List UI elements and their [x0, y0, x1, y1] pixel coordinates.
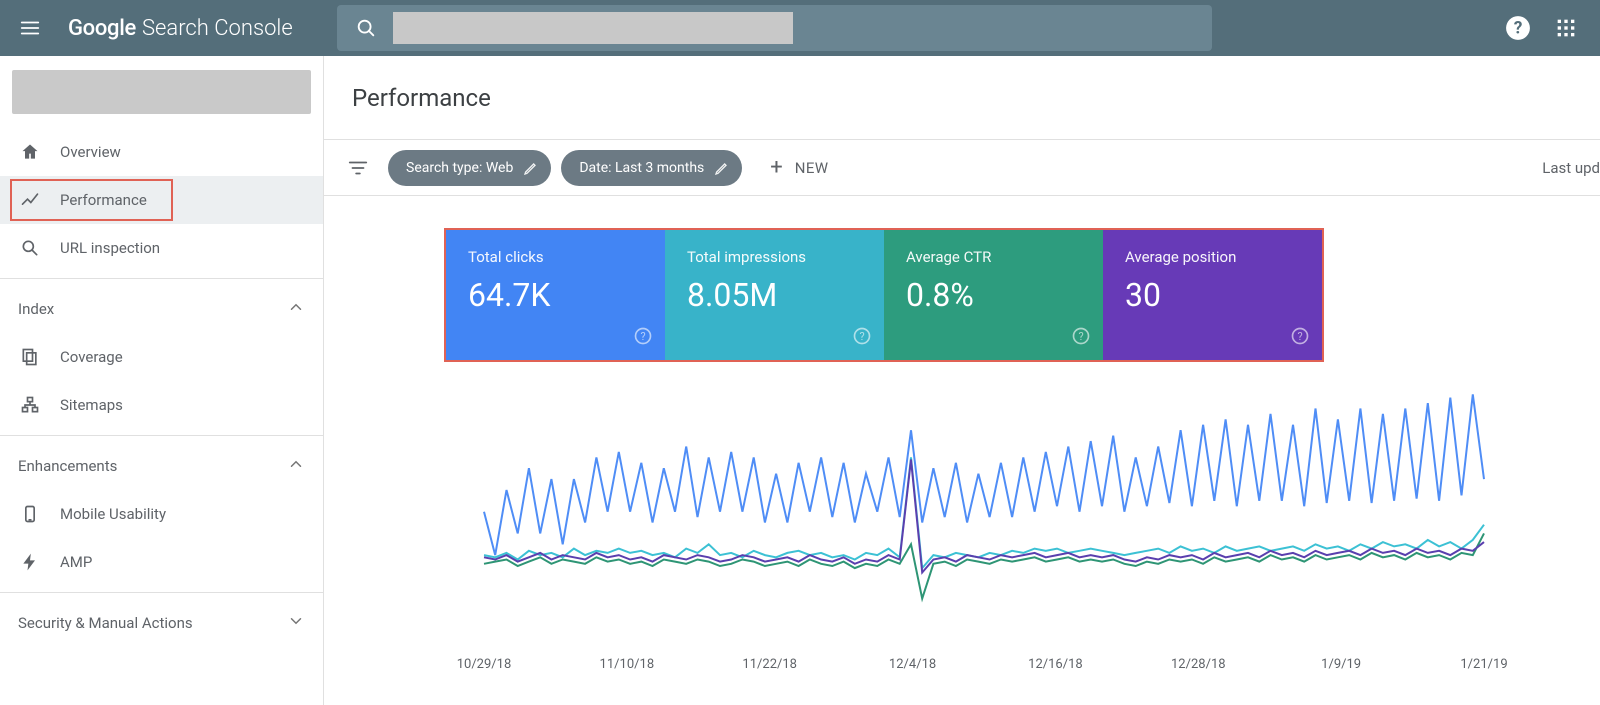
- sidebar-section-index[interactable]: Index: [0, 285, 323, 333]
- sidebar-section-enhancements[interactable]: Enhancements: [0, 442, 323, 490]
- chart-series-line: [484, 394, 1484, 555]
- metric-card-position[interactable]: Average position 30 ?: [1103, 230, 1322, 360]
- performance-icon: [18, 190, 42, 210]
- logo: Google Search Console: [68, 16, 293, 41]
- x-axis-tick: 12/28/18: [1171, 657, 1226, 672]
- help-icon: ?: [1505, 15, 1531, 41]
- metric-card-ctr[interactable]: Average CTR 0.8% ?: [884, 230, 1103, 360]
- chevron-up-icon: [287, 455, 305, 477]
- phone-icon: [18, 504, 42, 524]
- help-icon[interactable]: ?: [1290, 326, 1310, 350]
- last-updated: Last upd: [1542, 159, 1600, 177]
- property-selector[interactable]: [12, 70, 311, 114]
- chart-series-line: [484, 533, 1484, 598]
- help-icon[interactable]: ?: [852, 326, 872, 350]
- help-button[interactable]: ?: [1494, 4, 1542, 52]
- sidebar-item-label: Coverage: [60, 348, 123, 366]
- add-filter-button[interactable]: + NEW: [762, 157, 836, 179]
- performance-chart[interactable]: 10/29/18 11/10/18 11/22/18 12/4/18 12/16/18 1…: [444, 372, 1504, 682]
- x-axis-tick: 10/29/18: [457, 657, 512, 672]
- logo-product: Search Console: [142, 16, 293, 41]
- sidebar-item-label: AMP: [60, 553, 92, 571]
- pencil-icon: [714, 160, 730, 176]
- x-axis-tick: 1/9/19: [1321, 657, 1361, 672]
- svg-text:?: ?: [859, 330, 864, 343]
- plus-icon: +: [770, 157, 782, 179]
- filter-button[interactable]: [338, 148, 378, 188]
- divider: [0, 278, 323, 279]
- metric-label: Average position: [1125, 248, 1302, 266]
- sidebar-item-coverage[interactable]: Coverage: [0, 333, 323, 381]
- sidebar-item-performance[interactable]: Performance: [0, 176, 323, 224]
- coverage-icon: [18, 347, 42, 367]
- sidebar-section-security[interactable]: Security & Manual Actions: [0, 599, 323, 647]
- search-icon: [343, 5, 389, 51]
- metric-label: Average CTR: [906, 248, 1083, 266]
- x-axis-tick: 12/16/18: [1028, 657, 1083, 672]
- home-icon: [18, 142, 42, 162]
- pencil-icon: [523, 160, 539, 176]
- chevron-up-icon: [287, 298, 305, 320]
- svg-text:?: ?: [1078, 330, 1083, 343]
- sidebar-item-label: Overview: [60, 143, 121, 161]
- search-icon: [18, 238, 42, 258]
- apps-button[interactable]: [1542, 4, 1590, 52]
- x-axis-tick: 11/10/18: [600, 657, 655, 672]
- sidebar-item-label: Mobile Usability: [60, 505, 166, 523]
- sidebar-item-amp[interactable]: AMP: [0, 538, 323, 586]
- sidebar-item-overview[interactable]: Overview: [0, 128, 323, 176]
- metric-value: 30: [1125, 276, 1302, 314]
- divider: [0, 435, 323, 436]
- svg-text:?: ?: [1514, 18, 1523, 38]
- main: Performance Search type: Web Date: Last …: [324, 56, 1600, 705]
- content: Total clicks 64.7K ? Total impressions 8…: [324, 196, 1600, 682]
- metric-card-clicks[interactable]: Total clicks 64.7K ?: [446, 230, 665, 360]
- svg-text:?: ?: [640, 330, 645, 343]
- topbar: Google Search Console ?: [0, 0, 1600, 56]
- metric-value: 8.05M: [687, 276, 864, 314]
- date-range-chip[interactable]: Date: Last 3 months: [561, 150, 742, 186]
- filter-icon: [347, 157, 369, 179]
- search-type-chip[interactable]: Search type: Web: [388, 150, 551, 186]
- page-title: Performance: [352, 84, 491, 112]
- search-input[interactable]: [393, 12, 793, 44]
- sidebar-item-url-inspection[interactable]: URL inspection: [0, 224, 323, 272]
- sidebar: Overview Performance URL inspection Inde…: [0, 56, 324, 705]
- amp-icon: [18, 552, 42, 572]
- add-filter-label: NEW: [795, 159, 829, 177]
- hamburger-icon: [19, 17, 41, 39]
- sidebar-item-mobile-usability[interactable]: Mobile Usability: [0, 490, 323, 538]
- chip-label: Search type: Web: [406, 160, 513, 176]
- apps-icon: [1556, 18, 1576, 38]
- x-axis-tick: 1/21/19: [1460, 657, 1507, 672]
- sidebar-item-label: Sitemaps: [60, 396, 123, 414]
- logo-google: Google: [68, 16, 136, 41]
- metric-card-impressions[interactable]: Total impressions 8.05M ?: [665, 230, 884, 360]
- sidebar-item-sitemaps[interactable]: Sitemaps: [0, 381, 323, 429]
- help-icon[interactable]: ?: [1071, 326, 1091, 350]
- chevron-down-icon: [287, 612, 305, 634]
- metric-label: Total clicks: [468, 248, 645, 266]
- chip-label: Date: Last 3 months: [579, 160, 704, 176]
- chart-series-line: [484, 457, 1484, 568]
- metric-value: 64.7K: [468, 276, 645, 314]
- sidebar-item-label: URL inspection: [60, 239, 160, 257]
- x-axis-tick: 12/4/18: [889, 657, 936, 672]
- search-box[interactable]: [337, 5, 1212, 51]
- metric-value: 0.8%: [906, 276, 1083, 314]
- filter-bar: Search type: Web Date: Last 3 months + N…: [324, 140, 1600, 196]
- divider: [0, 592, 323, 593]
- metric-cards: Total clicks 64.7K ? Total impressions 8…: [444, 228, 1324, 362]
- sitemaps-icon: [18, 395, 42, 415]
- x-axis-tick: 11/22/18: [742, 657, 797, 672]
- help-icon[interactable]: ?: [633, 326, 653, 350]
- sidebar-item-label: Performance: [60, 191, 147, 209]
- svg-text:?: ?: [1297, 330, 1302, 343]
- hamburger-menu-button[interactable]: [6, 4, 54, 52]
- page-header: Performance: [324, 56, 1600, 140]
- metric-label: Total impressions: [687, 248, 864, 266]
